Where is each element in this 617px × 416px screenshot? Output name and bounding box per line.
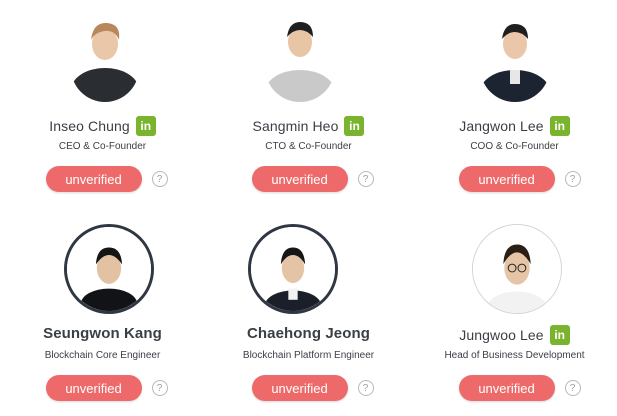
linkedin-icon[interactable]: in <box>344 116 365 136</box>
member-role: COO & Co-Founder <box>470 141 559 152</box>
team-member-card: Jungwoo Lee in Head of Business Developm… <box>412 208 617 416</box>
question-circle-icon[interactable]: ? <box>151 380 168 396</box>
avatar <box>248 224 338 314</box>
member-role: CEO & Co-Founder <box>58 141 147 152</box>
linkedin-icon[interactable]: in <box>549 116 570 136</box>
person-photo-icon <box>265 12 335 102</box>
member-role: Blockchain Platform Engineer <box>242 350 375 361</box>
person-photo-icon <box>480 14 550 102</box>
avatar <box>71 14 139 102</box>
member-role: Head of Business Development <box>444 350 585 361</box>
member-name: Seungwon Kang <box>43 325 162 342</box>
member-name: Chaehong Jeong <box>246 325 371 342</box>
avatar <box>472 224 562 314</box>
question-circle-icon[interactable]: ? <box>357 171 374 187</box>
team-member-card: Seungwon Kang Blockchain Core Engineer u… <box>0 208 205 416</box>
person-photo-icon <box>251 227 335 311</box>
question-circle-icon[interactable]: ? <box>151 171 168 187</box>
unverified-badge[interactable]: unverified <box>45 375 142 401</box>
question-circle-icon[interactable]: ? <box>564 380 581 396</box>
member-role: Blockchain Core Engineer <box>44 350 161 361</box>
question-circle-icon[interactable]: ? <box>564 171 581 187</box>
avatar <box>480 14 550 102</box>
unverified-badge[interactable]: unverified <box>458 166 555 192</box>
unverified-badge[interactable]: unverified <box>251 375 348 401</box>
team-member-card: Inseo Chung in CEO & Co-Founder unverifi… <box>0 0 205 205</box>
question-circle-icon[interactable]: ? <box>357 380 374 396</box>
person-photo-icon <box>67 227 151 311</box>
linkedin-icon[interactable]: in <box>549 325 570 345</box>
person-photo-icon <box>473 225 561 313</box>
unverified-badge[interactable]: unverified <box>458 375 555 401</box>
member-name: Jungwoo Lee <box>459 327 544 343</box>
avatar <box>64 224 154 314</box>
team-member-card: Sangmin Heo in CTO & Co-Founder unverifi… <box>206 0 411 205</box>
team-member-card: Jangwon Lee in COO & Co-Founder unverifi… <box>412 0 617 205</box>
member-name: Jangwon Lee <box>459 118 544 134</box>
linkedin-icon[interactable]: in <box>135 116 156 136</box>
member-name: Sangmin Heo <box>252 118 339 134</box>
person-photo-icon <box>71 14 139 102</box>
team-member-card: Chaehong Jeong Blockchain Platform Engin… <box>206 208 411 416</box>
member-role: CTO & Co-Founder <box>265 141 352 152</box>
unverified-badge[interactable]: unverified <box>251 166 348 192</box>
avatar <box>265 12 335 102</box>
member-name: Inseo Chung <box>49 118 130 134</box>
unverified-badge[interactable]: unverified <box>45 166 142 192</box>
